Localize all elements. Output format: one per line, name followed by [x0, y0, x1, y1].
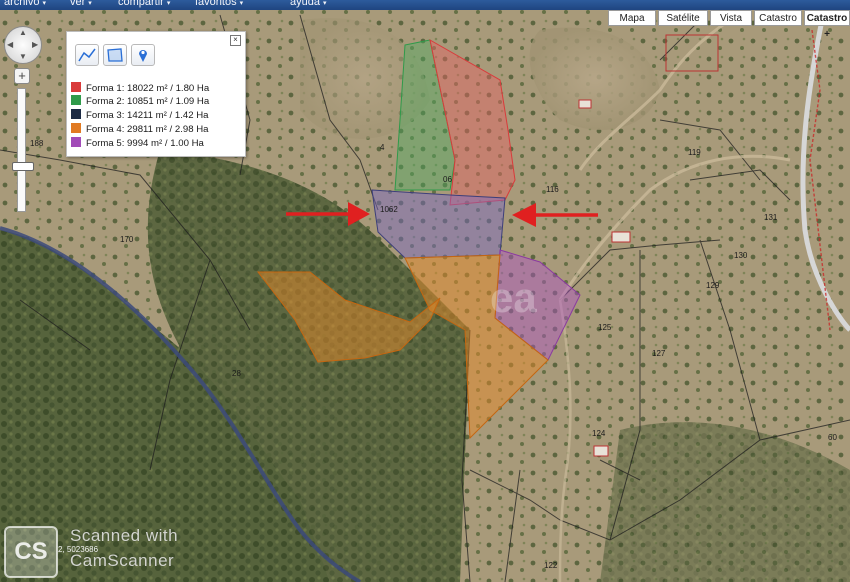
zoom-in-button[interactable]: +: [14, 68, 30, 84]
parcel-label-125: 125: [598, 323, 612, 332]
forma-1-swatch: [71, 82, 81, 92]
pan-right-icon[interactable]: ▶: [32, 40, 38, 49]
zoom-slider-thumb[interactable]: [12, 161, 34, 171]
camscanner-text: CamScanner: [70, 551, 175, 570]
forma-5-label: Forma 5: 9994 m² / 1.00 Ha: [86, 138, 204, 149]
pan-down-icon[interactable]: ▼: [19, 52, 27, 61]
marker-tool-icon: [139, 50, 147, 62]
menu-favoritos[interactable]: favoritos ▾: [195, 0, 243, 8]
map-navigation-control: ▲ ▼ ◀ ▶ + −: [2, 26, 42, 216]
shapes-legend-panel: × Forma 1: 18022 m² / 1.80 Ha Forma 2: 1…: [66, 31, 246, 157]
forma-4-swatch: [71, 123, 81, 133]
menu-bar: archivo ▾ ver ▾ compartir ▾ favoritos ▾ ayud…: [0, 0, 850, 10]
polygon-tool-button[interactable]: [103, 44, 127, 66]
parcel-label-60: 60: [828, 433, 837, 442]
menu-ayuda[interactable]: ayuda ▾: [290, 0, 327, 8]
pan-left-icon[interactable]: ◀: [7, 40, 13, 49]
forma-3-swatch: [71, 109, 81, 119]
forma-1-label: Forma 1: 18022 m² / 1.80 Ha: [86, 83, 210, 94]
parcel-label-4: 4: [380, 143, 385, 152]
camscanner-logo-text: CS: [14, 538, 47, 565]
parcel-label-116: 116: [546, 185, 559, 194]
parcel-label-130: 130: [734, 251, 748, 260]
map-type-satelite-button[interactable]: Satélite: [658, 10, 708, 26]
parcel-label-129: 129: [706, 281, 720, 290]
legend-item-forma-5[interactable]: Forma 5: 9994 m² / 1.00 Ha: [71, 137, 204, 150]
forma-2-label: Forma 2: 10851 m² / 1.09 Ha: [86, 96, 210, 107]
close-icon[interactable]: ×: [230, 35, 241, 46]
zoom-slider-track[interactable]: [17, 88, 26, 212]
legend-item-forma-4[interactable]: Forma 4: 29811 m² / 2.98 Ha: [71, 123, 208, 136]
forma-3-label: Forma 3: 14211 m² / 1.42 Ha: [86, 110, 209, 121]
legend-item-forma-3[interactable]: Forma 3: 14211 m² / 1.42 Ha: [71, 109, 208, 122]
pan-up-icon[interactable]: ▲: [19, 28, 27, 37]
parcel-label-122: 122: [544, 561, 558, 570]
polyline-tool-button[interactable]: [75, 44, 99, 66]
scanned-with-text: Scanned with: [70, 526, 179, 545]
marker-tool-button[interactable]: [131, 44, 155, 66]
parcel-label-131: 131: [764, 213, 778, 222]
forma-2-swatch: [71, 95, 81, 105]
menu-ver[interactable]: ver ▾: [70, 0, 92, 8]
parcel-label-1062: 1062: [380, 205, 398, 214]
menu-archivo[interactable]: archivo ▾: [4, 0, 46, 8]
map-type-vista-button[interactable]: Vista: [710, 10, 752, 26]
parcel-label-06: 06: [443, 175, 452, 184]
map-type-mapa-button[interactable]: Mapa: [608, 10, 656, 26]
polygon-tool-icon: [107, 48, 123, 62]
legend-item-forma-2[interactable]: Forma 2: 10851 m² / 1.09 Ha: [71, 95, 209, 108]
parcel-label-127: 127: [652, 349, 666, 358]
parcel-label-170: 170: [120, 235, 134, 244]
parcel-label-28: 28: [232, 369, 241, 378]
menu-compartir[interactable]: compartir ▾: [118, 0, 170, 8]
polyline-tool-icon: [78, 48, 96, 62]
map-type-catastro-button[interactable]: Catastro: [754, 10, 802, 26]
legend-item-forma-1[interactable]: Forma 1: 18022 m² / 1.80 Ha: [71, 82, 209, 95]
parcel-label-124: 124: [592, 429, 606, 438]
pan-control[interactable]: ▲ ▼ ◀ ▶: [4, 26, 42, 64]
map-watermark-text: ea: [490, 274, 537, 321]
parcel-label-119: 119: [688, 148, 701, 157]
camscanner-logo: CS: [4, 526, 58, 578]
forma-4-label: Forma 4: 29811 m² / 2.98 Ha: [86, 124, 209, 135]
forma-5-swatch: [71, 137, 81, 147]
map-type-catastro-plus-button[interactable]: Catastro +: [804, 10, 850, 40]
